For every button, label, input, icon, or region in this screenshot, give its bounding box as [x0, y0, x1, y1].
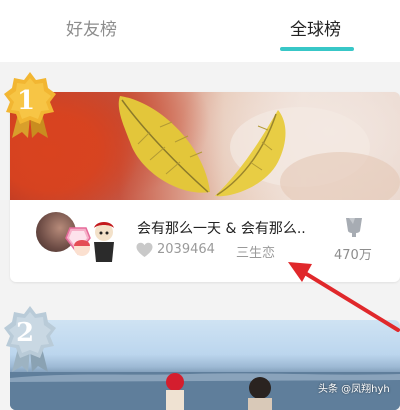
song-title[interactable]: 会有那么一天 & 会有那么..: [137, 218, 306, 238]
rank-number-2: 2: [16, 318, 35, 348]
gift-count: 470万: [334, 248, 372, 263]
tab-global[interactable]: 全球榜: [290, 18, 341, 42]
tab-friends[interactable]: 好友榜: [66, 18, 117, 42]
couple-sticker-icon: [65, 222, 114, 262]
cup-icon: [346, 218, 362, 237]
rank-number-1: 1: [17, 86, 36, 116]
watermark: 头条 @凤翔hyh: [318, 384, 390, 395]
heart-icon[interactable]: [136, 242, 153, 258]
active-tab-indicator: [280, 47, 354, 51]
autumn-leaves-image: [118, 96, 400, 200]
ranking-entry-2[interactable]: [10, 320, 400, 410]
like-count: 2039464: [157, 242, 215, 257]
category-tag[interactable]: 三生恋: [236, 242, 275, 261]
cover-image[interactable]: [10, 92, 400, 200]
ranking-tabs: 好友榜 全球榜: [0, 0, 400, 62]
cover-image: [10, 372, 400, 410]
